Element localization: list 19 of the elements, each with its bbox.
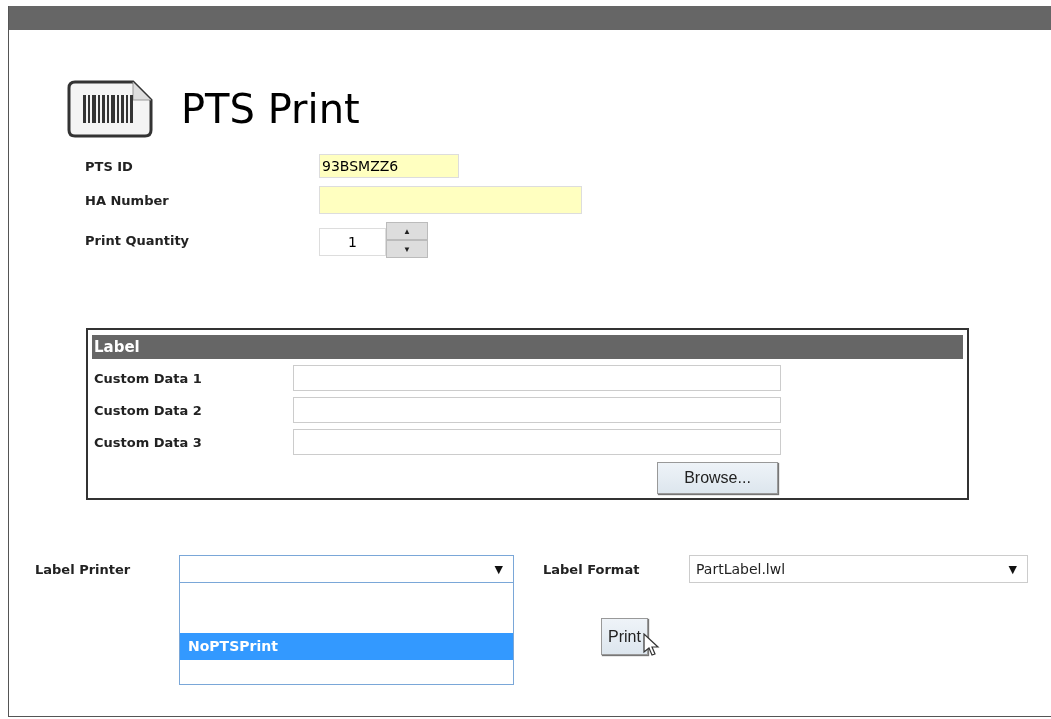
input-field[interactable]: 93BSMZZ6 [319,154,459,178]
print-button[interactable]: Print [601,618,648,655]
dropdown-arrow: ▼ [494,562,503,576]
field-label: Custom Data 3 [93,434,203,450]
field-label: Label Format [543,561,641,577]
page-title: PTS Print [181,86,360,132]
field-label: PTS ID [85,158,134,174]
printer-dropdown[interactable]: ▼ [179,555,514,583]
section-header: Label [92,335,963,359]
field-label: HA Number [85,192,170,208]
browse-button[interactable]: Browse... [657,462,778,494]
field-label: Custom Data 2 [93,402,203,418]
format-dropdown[interactable]: PartLabel.lwl ▼ [689,555,1028,583]
quantity-field[interactable]: 1 [319,228,386,256]
decrement-button[interactable]: ▼ [386,240,428,258]
field-label: Label Printer [35,562,132,577]
increment-button[interactable]: ▲ [386,222,428,240]
field-label: Print Quantity [85,232,191,248]
field-label: Custom Data 1 [93,370,203,386]
